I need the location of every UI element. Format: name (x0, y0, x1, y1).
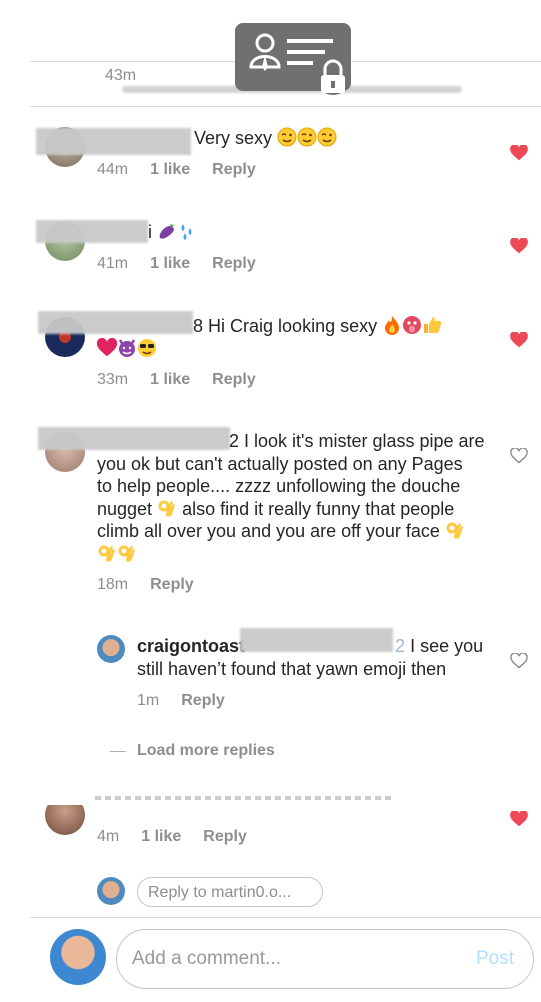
username-fragment: i (148, 222, 152, 242)
reply-body-line: still haven’t found that yawn emoji then (137, 658, 447, 679)
reply-time: 1m (137, 692, 160, 709)
comment-text: 2 I look it's mister glass pipe are you … (97, 430, 517, 565)
avatar-current-user-large[interactable] (50, 929, 106, 985)
reply-button[interactable]: Reply (212, 161, 256, 179)
ok-hand-icon (157, 498, 177, 518)
wink-face-icon (277, 127, 297, 147)
devil-face-icon (117, 338, 137, 358)
ok-hand-icon (97, 543, 117, 563)
private-profile-icon (235, 23, 351, 95)
comment-body-line: nugget (97, 498, 153, 519)
heart-filled-icon[interactable] (510, 144, 528, 161)
comment-body-line: also find it really funny that people (182, 498, 455, 519)
heart-outline-icon[interactable] (510, 652, 528, 669)
like-count[interactable]: 1 like (141, 828, 181, 846)
top-time: 43m (105, 67, 137, 84)
heart-filled-icon[interactable] (510, 331, 528, 348)
comment-emoji-line (96, 337, 157, 361)
avatar-craigontoast[interactable] (97, 635, 125, 663)
comment-time: 4m (97, 828, 120, 845)
redacted-username (36, 128, 191, 155)
comment-meta: 4m 1 like Reply (97, 828, 247, 846)
ok-hand-icon (117, 543, 137, 563)
mention-fragment: 2 (395, 636, 406, 656)
load-more-line (110, 751, 126, 752)
fire-icon (382, 315, 402, 335)
avatar-current-user[interactable] (97, 877, 125, 905)
comment-body-line: climb all over you and you are off your … (97, 521, 440, 541)
wink-face-icon (317, 127, 337, 147)
red-heart-icon (96, 337, 118, 358)
comment-input-placeholder: Add a comment... (132, 948, 281, 969)
redacted-username (36, 220, 148, 243)
reply-button[interactable]: Reply (212, 255, 256, 273)
comment-time: 18m (97, 576, 129, 593)
post-button[interactable]: Post (476, 948, 514, 970)
comment-meta: 44m 1 like Reply (97, 161, 256, 179)
comment-meta: 41m 1 like Reply (97, 255, 256, 273)
comment-meta: 18m Reply (97, 576, 194, 594)
reply-button[interactable]: Reply (212, 371, 256, 389)
heart-filled-icon[interactable] (510, 810, 528, 827)
reply-button[interactable]: Reply (181, 692, 225, 710)
comment-text: Very sexy (194, 127, 337, 150)
comment-body-line: I look it's mister glass pipe are (244, 431, 485, 451)
comment-body: Hi Craig looking sexy (208, 316, 378, 336)
heart-outline-icon[interactable] (510, 447, 528, 464)
load-more-replies-button[interactable]: Load more replies (137, 742, 275, 760)
like-count[interactable]: 1 like (150, 371, 190, 389)
sweat-droplets-icon (177, 221, 197, 241)
reply-body-line: I see you (410, 636, 484, 656)
username-fragment: 8 (193, 316, 204, 336)
ok-hand-icon (445, 520, 465, 540)
section-divider (30, 106, 541, 107)
reply-input[interactable]: Reply to martin0.o... (137, 877, 323, 907)
redacted-mention (240, 628, 393, 652)
comment-text: 8 Hi Craig looking sexy (193, 315, 442, 338)
thumbs-up-icon (422, 315, 442, 335)
redacted-username (38, 311, 193, 334)
reply-button[interactable]: Reply (150, 576, 194, 594)
comment-text: i (148, 221, 197, 244)
wink-face-icon (297, 127, 317, 147)
sunglasses-face-icon (137, 338, 157, 358)
heart-filled-icon[interactable] (510, 237, 528, 254)
comment-body-line: you ok but can't actually posted on any … (97, 453, 463, 474)
like-count[interactable]: 1 like (150, 255, 190, 273)
comment-time: 41m (97, 255, 129, 272)
comment-time: 44m (97, 161, 129, 178)
tongue-face-icon (402, 315, 422, 335)
comment-meta: 33m 1 like Reply (97, 371, 256, 389)
bottom-divider (30, 917, 541, 918)
comment-body: Very sexy (194, 128, 273, 148)
comment-time: 33m (97, 371, 129, 388)
username-fragment: 2 (229, 431, 240, 451)
reply-button[interactable]: Reply (203, 828, 247, 846)
overlay-mask (30, 800, 541, 804)
reply-meta: 1m Reply (137, 692, 225, 710)
eggplant-icon (157, 221, 177, 241)
reply-username[interactable]: craigontoast (137, 636, 245, 656)
like-count[interactable]: 1 like (150, 161, 190, 179)
comment-body-line: to help people.... zzzz unfollowing the … (97, 476, 461, 496)
